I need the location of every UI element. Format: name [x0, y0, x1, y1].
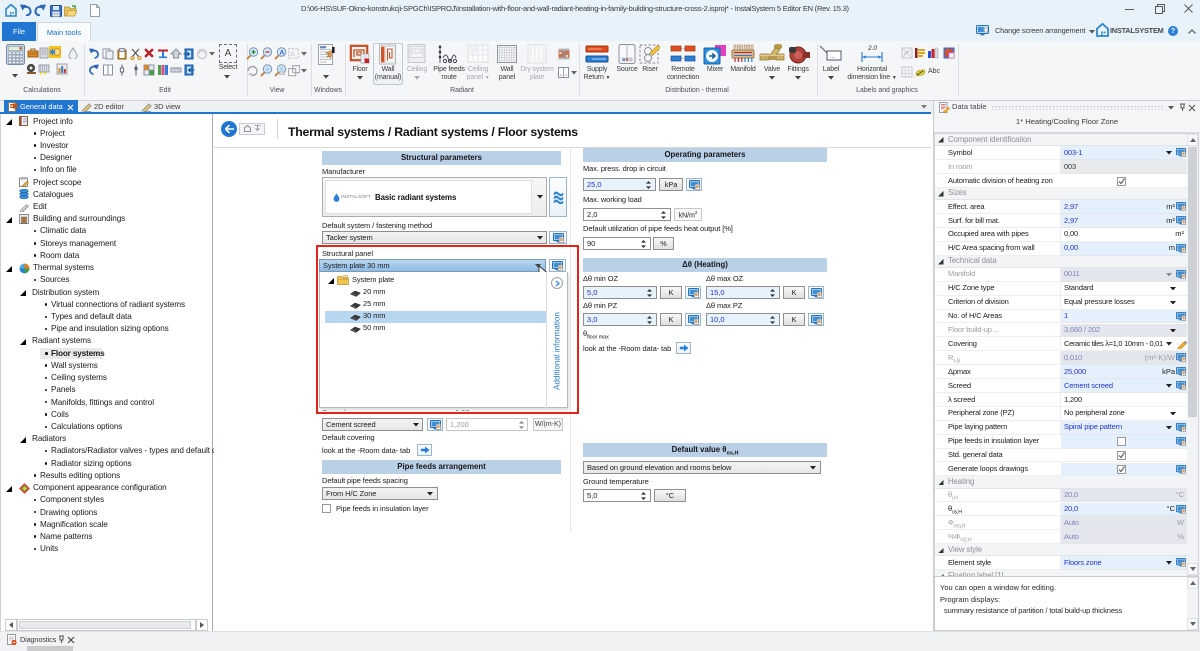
svg-text:A: A: [291, 52, 295, 58]
svg-text:2.0: 2.0: [867, 45, 877, 52]
svg-text:...: ...: [830, 54, 835, 60]
svg-text:A: A: [280, 50, 285, 57]
